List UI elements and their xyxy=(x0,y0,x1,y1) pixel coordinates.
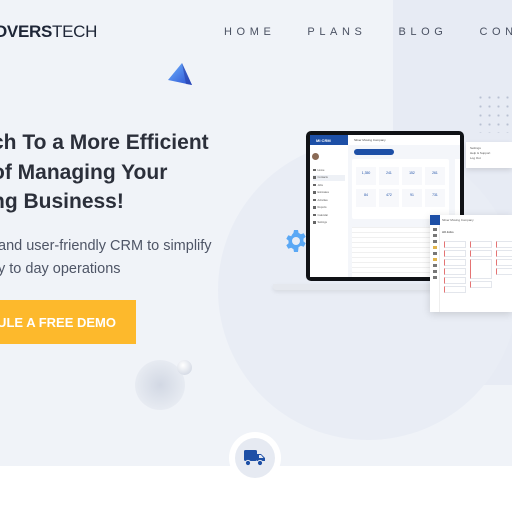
headline-line-1: ch To a More Efficient xyxy=(0,131,209,154)
hero-headline: ch To a More Efficient of Managing Your … xyxy=(0,128,209,217)
jobs-board-mockup: Silver Moving Company All Jobs xyxy=(430,215,512,312)
scroll-indicator[interactable] xyxy=(235,438,275,478)
crm-logo: MI CRM xyxy=(310,135,348,145)
kanban-column xyxy=(470,241,492,309)
crm-nav-item: Settings xyxy=(313,220,345,226)
subtext-line-2: y to day operations xyxy=(0,261,121,277)
decorative-ball xyxy=(177,360,192,375)
headline-line-2: of Managing Your xyxy=(0,160,168,184)
kanban-column xyxy=(496,241,512,309)
schedule-demo-button[interactable]: DULE A FREE DEMO xyxy=(0,300,136,344)
panel-subtitle: All Jobs xyxy=(442,230,454,234)
truck-icon xyxy=(244,450,265,467)
stat: 241 xyxy=(379,167,399,185)
main-nav: HOME PLANS BLOG CONT xyxy=(224,26,512,38)
nav-blog[interactable]: BLOG xyxy=(398,26,447,38)
crm-filter-pill xyxy=(354,149,394,155)
crm-sidebar: MI CRM Home Contacts Jobs Estimates Acti… xyxy=(310,135,348,277)
headline-line-3: ng Business! xyxy=(0,190,124,213)
hero-subtext: and user-friendly CRM to simplify y to d… xyxy=(0,235,212,281)
gear-icon xyxy=(286,230,306,252)
subtext-line-1: and user-friendly CRM to simplify xyxy=(0,238,212,254)
avatar xyxy=(312,152,319,160)
nav-home[interactable]: HOME xyxy=(224,26,275,38)
crm-user xyxy=(312,149,346,163)
stat: 152 xyxy=(402,167,422,185)
logo-bold-text: OVERS xyxy=(0,22,53,41)
stat: 472 xyxy=(379,189,399,207)
dot-grid-decoration xyxy=(476,93,512,133)
crm-stats-card: 1,350 241 152 261 84 472 91 731 xyxy=(352,159,449,219)
panel-title: Silver Moving Company xyxy=(442,218,474,222)
stat: 91 xyxy=(402,189,422,207)
crm-nav-item: Calendar xyxy=(313,212,345,218)
crm-nav-item: Activities xyxy=(313,197,345,203)
crm-bar-chart xyxy=(455,159,460,219)
landing-page: OVERSTECH HOME PLANS BLOG CONT ch To a M… xyxy=(0,0,512,512)
stat: 731 xyxy=(425,189,445,207)
nav-contact[interactable]: CONT xyxy=(479,26,512,38)
nav-plans[interactable]: PLANS xyxy=(307,26,366,38)
pyramid-shape-icon xyxy=(168,63,192,85)
kanban-column xyxy=(444,241,466,309)
panel-toolbar xyxy=(430,215,440,312)
stat: 84 xyxy=(356,189,376,207)
logo-light-text: TECH xyxy=(52,22,98,41)
brand-logo[interactable]: OVERSTECH xyxy=(0,22,97,42)
crm-nav-item: Reports xyxy=(313,205,345,211)
stat: 261 xyxy=(425,167,445,185)
crm-nav-item: Home xyxy=(313,167,345,173)
crm-topbar: Silver Moving Company xyxy=(348,135,460,145)
crm-nav-item: Contacts xyxy=(313,174,345,181)
crm-nav-item: Jobs xyxy=(313,182,345,188)
crm-nav-item: Estimates xyxy=(313,190,345,196)
user-dropdown-mockup: Settings Help & Support Log Out xyxy=(466,142,512,168)
panel-content: Silver Moving Company All Jobs xyxy=(442,218,512,234)
menu-item: Log Out xyxy=(470,156,481,160)
stat: 1,350 xyxy=(356,167,376,185)
